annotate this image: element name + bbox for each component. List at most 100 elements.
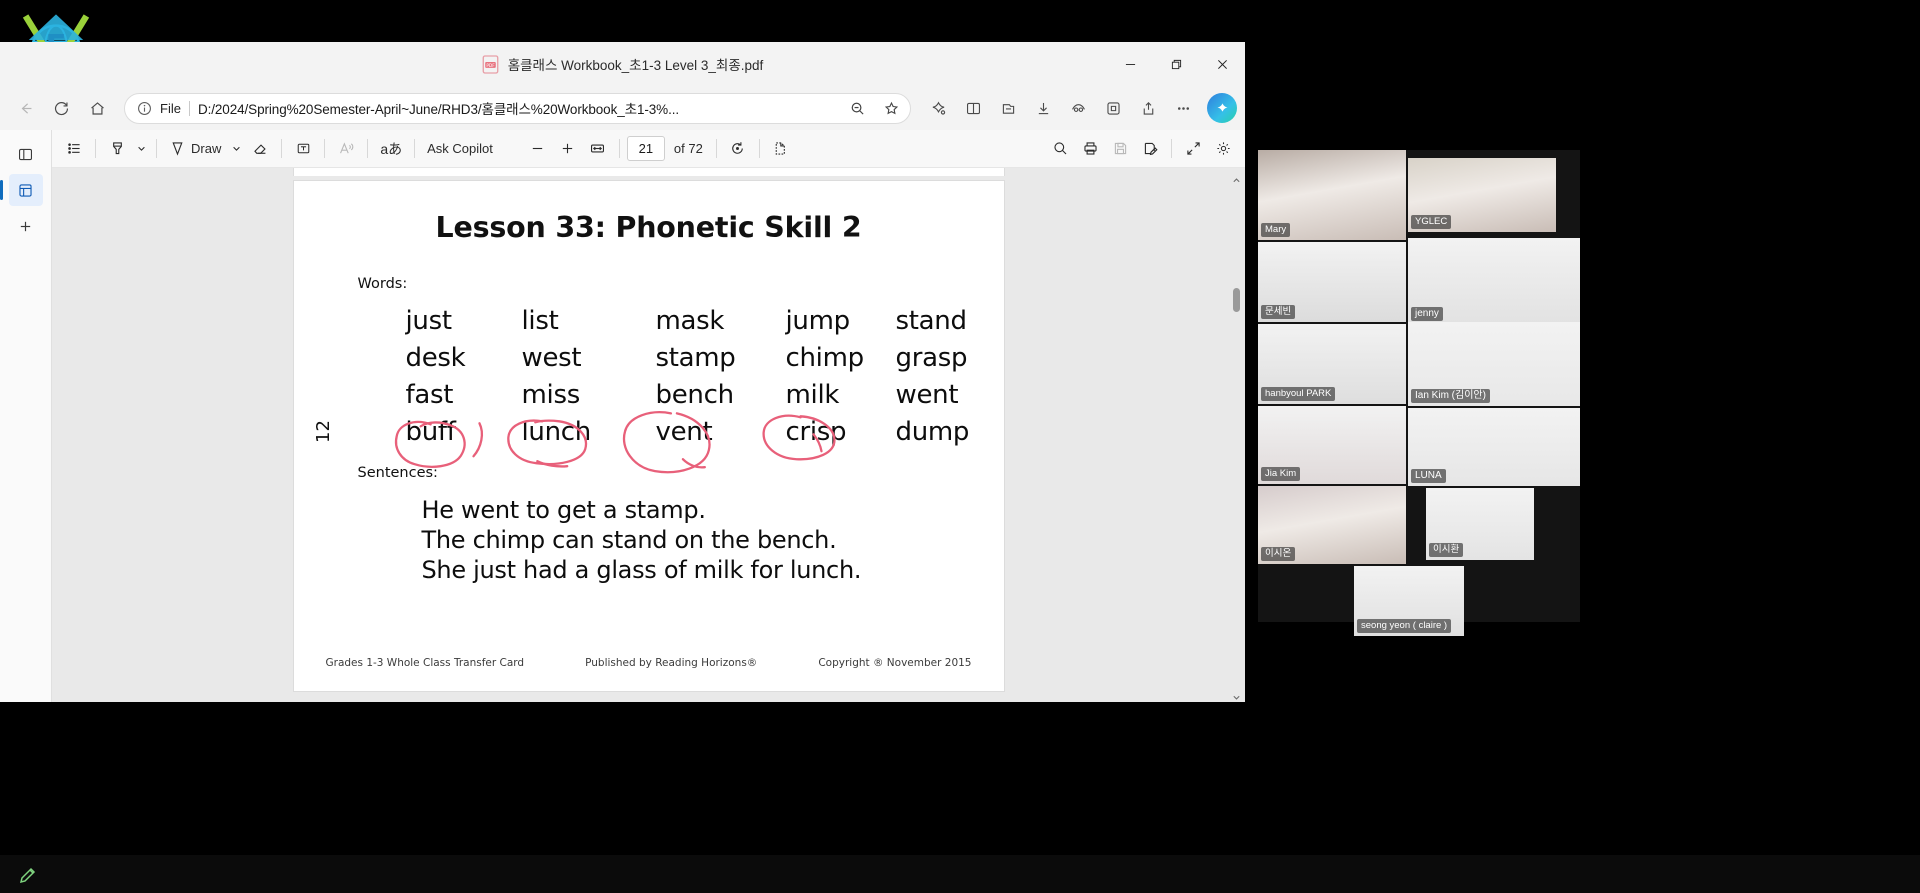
word-cell: desk [405, 343, 466, 373]
table-of-contents-icon[interactable] [60, 135, 88, 163]
word-cell: bench [655, 380, 735, 410]
participant-name: YGLEC [1411, 215, 1452, 229]
toolbar-divider [156, 139, 157, 158]
zoom-out-button[interactable] [524, 135, 552, 163]
browser-essentials-icon[interactable] [1061, 91, 1095, 125]
copilot-button[interactable] [1207, 93, 1237, 123]
pen-icon[interactable] [18, 865, 38, 885]
video-tile[interactable]: seong yeon ( claire ) [1354, 566, 1464, 636]
fullscreen-icon[interactable] [1179, 135, 1207, 163]
video-tile[interactable]: 이시온 [1258, 486, 1406, 564]
sentence-line: The chimp can stand on the bench. [421, 526, 837, 555]
toolbar-divider [414, 139, 416, 158]
video-tile[interactable]: jenny [1408, 238, 1580, 324]
sentence-line: She just had a glass of milk for lunch. [421, 556, 862, 585]
video-participants-panel: Mary YGLEC 문세빈 jenny hanbyoul PARK Ian Kim (김… [1258, 150, 1580, 636]
refresh-button[interactable] [44, 91, 78, 125]
draw-chevron-down-icon[interactable] [228, 135, 244, 163]
word-cell: miss [521, 380, 581, 410]
video-tile[interactable]: YGLEC [1408, 158, 1556, 232]
browser-window: PDF 홈클래스 Workbook_초1-3 Level 3_최종.pdf Fi… [0, 42, 1245, 702]
page-number-input[interactable]: 21 [626, 136, 665, 161]
taskbar [0, 855, 1920, 893]
word-cell-circled: vent [655, 417, 713, 447]
search-icon[interactable] [1046, 135, 1074, 163]
highlight-icon[interactable] [103, 135, 131, 163]
pdf-thumbnail-icon[interactable] [0, 174, 43, 206]
settings-more-icon[interactable] [1166, 91, 1200, 125]
page-title: Lesson 33: Phonetic Skill 2 [435, 211, 862, 244]
restore-button[interactable] [1153, 42, 1199, 86]
split-screen-icon[interactable] [956, 91, 990, 125]
eraser-icon[interactable] [246, 135, 274, 163]
url-scheme-label: File [160, 100, 181, 116]
home-button[interactable] [80, 91, 114, 125]
word-cell: west [521, 343, 582, 373]
word-cell: grasp [895, 343, 968, 373]
toolbar-divider [324, 139, 326, 158]
pdf-page-stack: Lesson 33: Phonetic Skill 2 Words: just … [292, 168, 1005, 702]
participant-name: jenny [1411, 307, 1443, 321]
page-view-icon[interactable] [767, 135, 795, 163]
add-text-icon[interactable] [289, 135, 317, 163]
close-button[interactable] [1199, 42, 1245, 86]
navigation-bar: File D:/2024/Spring%20Semester-April~Jun… [0, 86, 1245, 130]
ask-copilot-label: Ask Copilot [427, 141, 493, 156]
ask-copilot-button[interactable]: Ask Copilot [422, 135, 498, 163]
highlight-chevron-down-icon[interactable] [133, 135, 149, 163]
word-cell: stand [895, 306, 967, 336]
toolbar-divider [367, 139, 369, 158]
rotate-icon[interactable] [724, 135, 752, 163]
document-scrollbar[interactable] [1231, 168, 1242, 702]
copilot-sparkle-icon[interactable] [921, 91, 955, 125]
share-icon[interactable] [1131, 91, 1165, 125]
translate-label: aあ [380, 140, 403, 157]
toolbar-divider [758, 139, 760, 158]
pdf-main: Draw aあ Ask Copilot 21 of 72 Lesson 33: … [52, 130, 1245, 702]
draw-button[interactable]: Draw [164, 135, 226, 163]
save-as-icon[interactable] [1136, 135, 1164, 163]
back-button[interactable] [8, 91, 42, 125]
zoom-out-icon[interactable] [844, 95, 870, 121]
zoom-in-button[interactable] [554, 135, 582, 163]
pdf-previous-page [292, 168, 1005, 176]
extensions-icon[interactable] [1096, 91, 1130, 125]
scroll-down-icon[interactable] [1232, 689, 1241, 700]
sidebar-toggle-icon[interactable] [9, 138, 43, 170]
address-bar[interactable]: File D:/2024/Spring%20Semester-April~Jun… [124, 92, 911, 124]
sentences-block: He went to get a stamp. The chimp can st… [422, 495, 1004, 586]
star-icon[interactable] [878, 95, 904, 121]
print-icon[interactable] [1076, 135, 1104, 163]
word-cell: stamp [655, 343, 736, 373]
save-icon[interactable] [1106, 135, 1134, 163]
pdf-document-area[interactable]: Lesson 33: Phonetic Skill 2 Words: just … [52, 168, 1245, 702]
fit-page-icon[interactable] [584, 135, 612, 163]
scroll-up-icon[interactable] [1232, 172, 1241, 183]
video-tile[interactable]: Mary [1258, 150, 1406, 240]
sentence-line: He went to get a stamp. [421, 496, 706, 524]
word-cell: dump [895, 417, 970, 447]
window-title-text: 홈클래스 Workbook_초1-3 Level 3_최종.pdf [507, 58, 764, 73]
video-tile[interactable]: 이시환 [1426, 488, 1534, 560]
add-notes-icon[interactable] [9, 210, 43, 242]
scrollbar-thumb[interactable] [1233, 288, 1240, 312]
translate-icon[interactable]: aあ [375, 135, 407, 163]
word-cell-circled: buff [405, 417, 456, 447]
video-tile[interactable]: Jia Kim [1258, 406, 1406, 484]
video-tile[interactable]: Ian Kim (김이안) [1408, 322, 1580, 406]
participant-name: Mary [1261, 223, 1291, 237]
read-aloud-icon[interactable] [332, 135, 360, 163]
video-tile[interactable]: LUNA [1408, 408, 1580, 486]
url-text[interactable]: D:/2024/Spring%20Semester-April~June/RHD… [198, 98, 836, 118]
collections-icon[interactable] [991, 91, 1025, 125]
word-cell-circled: crisp [785, 417, 847, 447]
gear-icon[interactable] [1209, 135, 1237, 163]
footer-left: Grades 1-3 Whole Class Transfer Card [325, 657, 525, 669]
toolbar-divider [618, 139, 620, 158]
footer-center: Published by Reading Horizons® [585, 657, 758, 669]
site-info-icon[interactable] [137, 101, 152, 116]
video-tile[interactable]: hanbyoul PARK [1258, 324, 1406, 404]
video-tile[interactable]: 문세빈 [1258, 242, 1406, 322]
minimize-button[interactable] [1107, 42, 1153, 86]
downloads-icon[interactable] [1026, 91, 1060, 125]
